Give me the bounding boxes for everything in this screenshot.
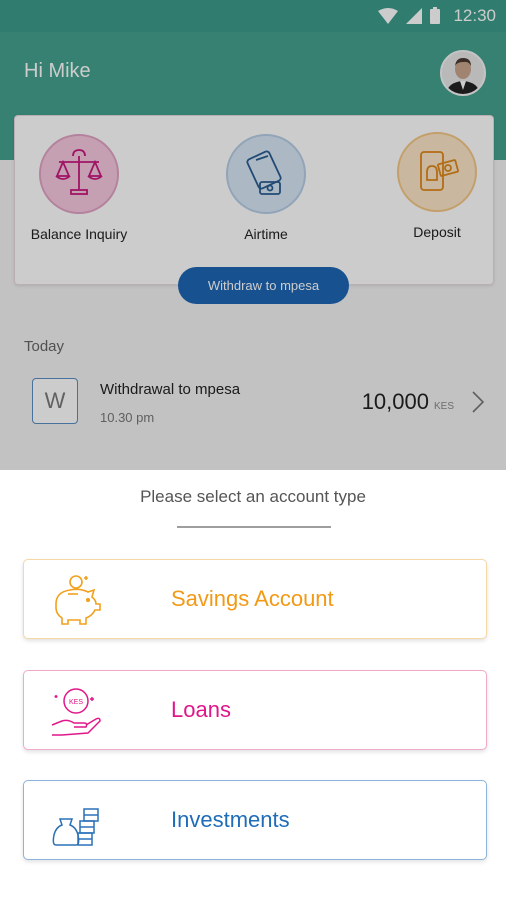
hand-coin-icon: KES bbox=[51, 688, 101, 736]
loans-option[interactable]: KES Loans bbox=[23, 670, 487, 750]
piggy-bank-icon bbox=[55, 575, 101, 625]
money-bag-icon bbox=[52, 808, 99, 846]
account-type-sheet: Please select an account type Savings Ac… bbox=[0, 470, 506, 900]
sheet-title: Please select an account type bbox=[140, 487, 366, 506]
savings-account-option[interactable]: Savings Account bbox=[23, 559, 487, 639]
sheet-divider bbox=[177, 526, 331, 528]
modal-backdrop[interactable] bbox=[0, 0, 506, 470]
account-label: Investments bbox=[171, 807, 290, 832]
home-screen: 12:30 Hi Mike Balance Inquiry Airtime De… bbox=[0, 0, 506, 470]
coin-label: KES bbox=[69, 699, 83, 706]
account-label: Savings Account bbox=[171, 586, 334, 611]
investments-option[interactable]: Investments bbox=[23, 780, 487, 860]
account-label: Loans bbox=[171, 697, 231, 722]
